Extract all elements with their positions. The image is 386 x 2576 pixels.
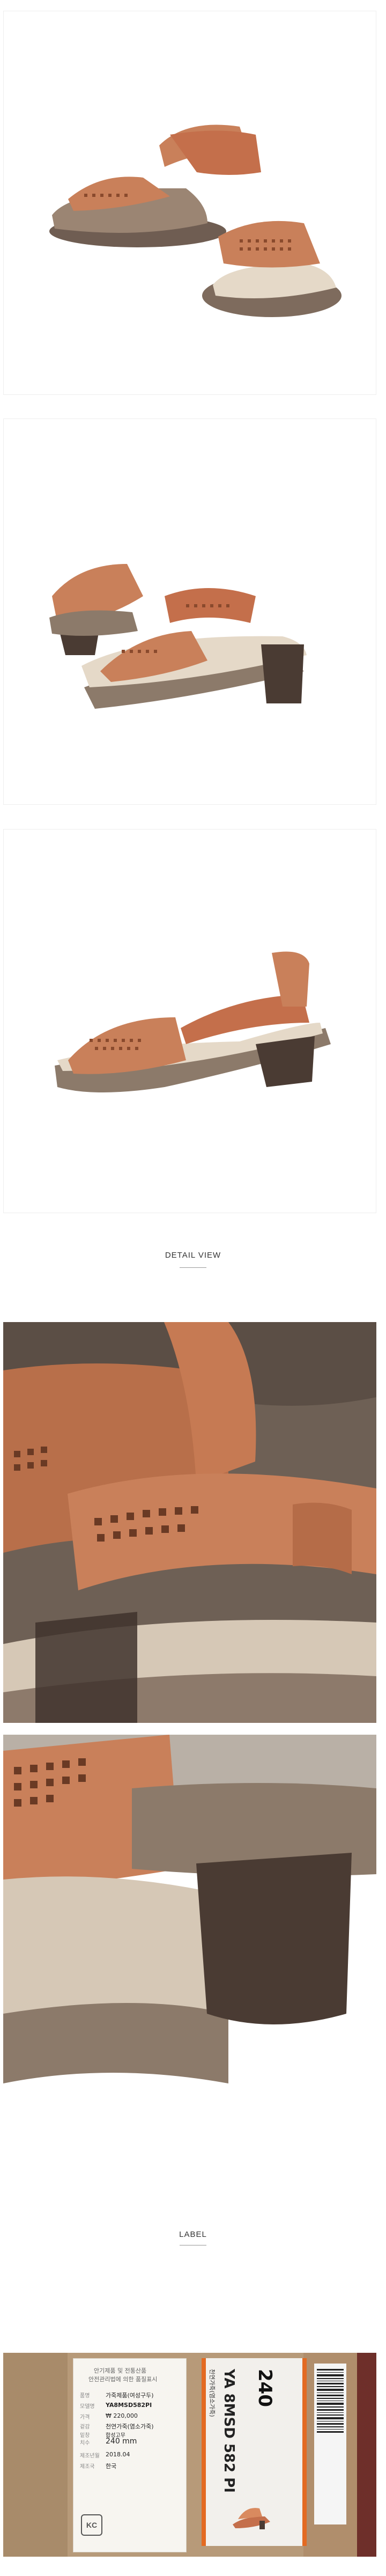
label-row-key: 품명 [80,2393,90,2399]
label-row-value: 합성고무 [106,2433,125,2439]
label-row-value: 한국 [106,2463,117,2470]
sandal-illustration-2 [49,564,307,709]
barcode [314,2364,346,2524]
label-row-value: 2018.04 [106,2451,130,2458]
sandal-illustration-1 [49,124,342,317]
label-row-key: 제조국 [80,2464,95,2470]
closeup-photo-heel [3,1735,376,2123]
barcode-icon [317,2369,344,2433]
label-row-value: 천연가죽(염소가죽) [106,2423,154,2430]
closeup-photo-strap [3,1322,376,1723]
quality-label-sticker: 안기제품 및 전통산품 안전관리법에 의한 품질표시 품명 가죽제품(여성구두)… [73,2358,187,2552]
label-row-key: 모델명 [80,2404,95,2410]
sandal-thumbnail-icon [233,2508,270,2529]
product-photo-side [3,829,376,1213]
label-row-key: 가격 [80,2414,90,2420]
strap-closeup-illustration [3,1322,376,1723]
label-title: LABEL [179,2230,207,2239]
label-row-key: 밑창 [80,2433,90,2439]
kc-mark-icon: KC [81,2514,102,2536]
product-photo-angle [3,419,376,805]
tag-size: 240 [254,2369,276,2407]
heel-closeup-illustration [3,1735,376,2123]
tag-model: YA 8MSD 582 PI [221,2369,237,2493]
label-row-value: ₩ 220,000 [106,2412,138,2419]
label-row-value: 가죽제품(여성구두) [106,2392,154,2399]
detail-view-title: DETAIL VIEW [165,1251,221,1260]
label-header-2: 안전관리법에 의한 품질표시 [88,2376,158,2383]
product-photo-front [3,11,376,395]
label-row-key: 제조년월 [80,2453,100,2459]
size-tag: 240 YA 8MSD 582 PI 천연가죽(염소가죽) [202,2358,307,2546]
detail-view-divider [180,1267,206,1268]
label-photo: 안기제품 및 전통산품 안전관리법에 의한 품질표시 품명 가죽제품(여성구두)… [3,2353,376,2557]
label-row-key: 치수 [80,2440,90,2446]
label-header-1: 안기제품 및 전통산품 [94,2367,147,2374]
sandal-illustration-3 [55,951,331,1092]
tag-material: 천연가죽(염소가죽) [209,2369,216,2417]
label-row-key: 겉감 [80,2424,90,2430]
label-row-value: YA8MSD582PI [106,2402,152,2409]
